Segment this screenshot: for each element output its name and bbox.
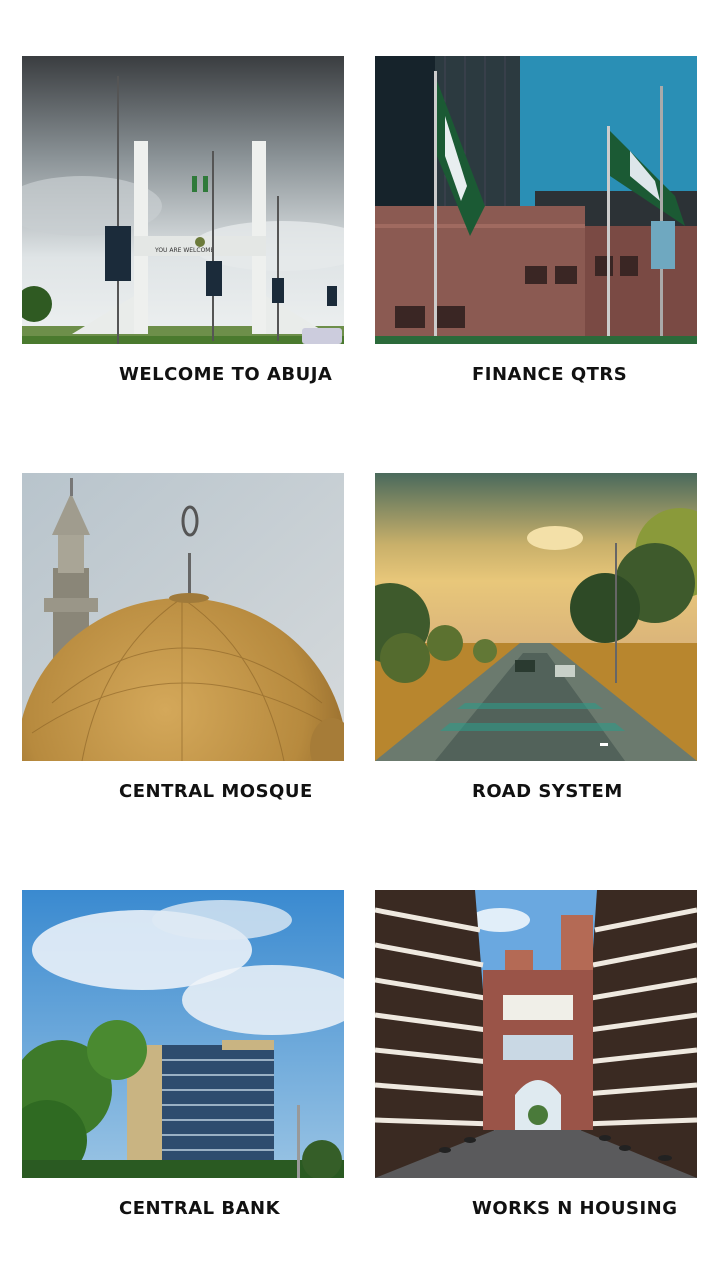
gate-sign-text: YOU ARE WELCOME	[154, 247, 214, 254]
mosque-dome-image	[22, 473, 344, 761]
housing-caption: WORKS N HOUSING	[472, 1198, 678, 1219]
road-sunset-image	[375, 473, 697, 761]
mosque-caption: CENTRAL MOSQUE	[119, 781, 313, 802]
works-housing-photo[interactable]	[375, 890, 697, 1178]
road-caption: ROAD SYSTEM	[472, 781, 623, 802]
bank-caption: CENTRAL BANK	[119, 1198, 281, 1219]
gallery-card-welcome[interactable]: YOU ARE WELCOME WELCOME TO ABUJA	[22, 56, 344, 385]
gallery-card-mosque[interactable]: CENTRAL MOSQUE	[22, 473, 344, 802]
central-mosque-photo[interactable]	[22, 473, 344, 761]
gallery-card-road[interactable]: ROAD SYSTEM	[375, 473, 697, 802]
welcome-caption: WELCOME TO ABUJA	[119, 364, 333, 385]
city-gate-image: YOU ARE WELCOME	[22, 56, 344, 344]
finance-caption: FINANCE QTRS	[472, 364, 628, 385]
finance-quarters-photo[interactable]	[375, 56, 697, 344]
gallery-card-finance[interactable]: FINANCE QTRS	[375, 56, 697, 385]
welcome-gate-photo[interactable]: YOU ARE WELCOME	[22, 56, 344, 344]
road-system-photo[interactable]	[375, 473, 697, 761]
finance-buildings-image	[375, 56, 697, 344]
gallery-card-bank[interactable]: CENTRAL BANK	[22, 890, 344, 1219]
housing-arch-image	[375, 890, 697, 1178]
bank-tower-image	[22, 890, 344, 1178]
central-bank-photo[interactable]	[22, 890, 344, 1178]
gallery-card-housing[interactable]: WORKS N HOUSING	[375, 890, 697, 1219]
